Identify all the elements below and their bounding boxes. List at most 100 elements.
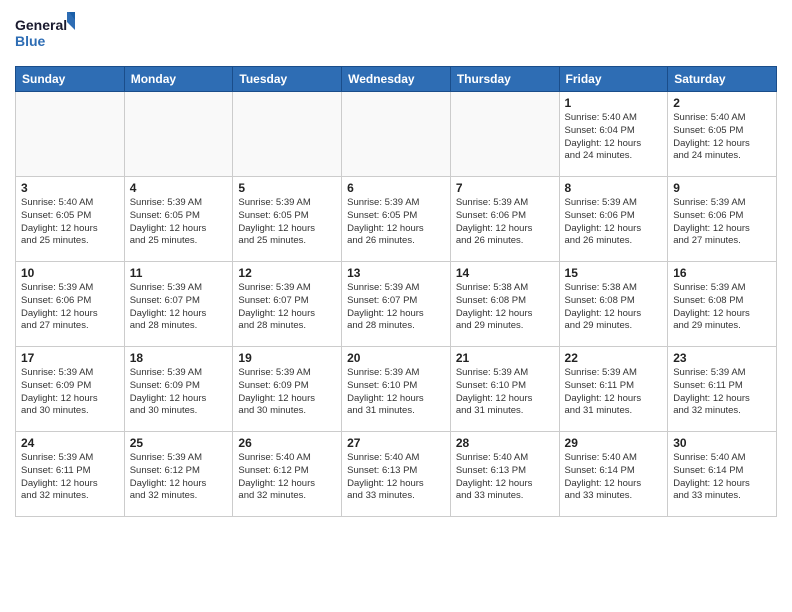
day-info: Sunrise: 5:40 AMSunset: 6:14 PMDaylight:… xyxy=(565,452,663,503)
day-number: 24 xyxy=(21,436,119,450)
calendar-cell: 7Sunrise: 5:39 AMSunset: 6:06 PMDaylight… xyxy=(450,177,559,262)
calendar-cell: 26 Sunrise: 5:40 AMSunset: 6:12 PMDayligh… xyxy=(233,432,342,517)
calendar-cell: 14 Sunrise: 5:38 AMSunset: 6:08 PMDayligh… xyxy=(450,262,559,347)
calendar-cell: 20 Sunrise: 5:39 AMSunset: 6:10 PMDayligh… xyxy=(342,347,451,432)
calendar-cell: 4 Sunrise: 5:39 AMSunset: 6:05 PMDaylight… xyxy=(124,177,233,262)
day-number: 19 xyxy=(238,351,336,365)
day-info: Sunrise: 5:39 AMSunset: 6:08 PMDaylight:… xyxy=(673,282,771,333)
calendar-table: SundayMondayTuesdayWednesdayThursdayFrid… xyxy=(15,66,777,517)
day-number: 27 xyxy=(347,436,445,450)
calendar-cell: 2 Sunrise: 5:40 AMSunset: 6:05 PMDaylight… xyxy=(668,92,777,177)
calendar-cell: 19 Sunrise: 5:39 AMSunset: 6:09 PMDayligh… xyxy=(233,347,342,432)
day-number: 20 xyxy=(347,351,445,365)
day-info: Sunrise: 5:39 AMSunset: 6:05 PMDaylight:… xyxy=(130,197,228,248)
day-number: 1 xyxy=(565,96,663,110)
calendar-cell: 24 Sunrise: 5:39 AMSunset: 6:11 PMDayligh… xyxy=(16,432,125,517)
day-info: Sunrise: 5:39 AMSunset: 6:12 PMDaylight:… xyxy=(130,452,228,503)
day-number: 28 xyxy=(456,436,554,450)
weekday-header: Friday xyxy=(559,67,668,92)
header: General Blue xyxy=(15,10,777,58)
weekday-header: Tuesday xyxy=(233,67,342,92)
calendar-cell: 17 Sunrise: 5:39 AMSunset: 6:09 PMDayligh… xyxy=(16,347,125,432)
day-number: 11 xyxy=(130,266,228,280)
day-info: Sunrise: 5:38 AMSunset: 6:08 PMDaylight:… xyxy=(565,282,663,333)
page: General Blue SundayMondayTuesdayWednesda… xyxy=(0,0,792,527)
calendar-cell xyxy=(124,92,233,177)
day-number: 30 xyxy=(673,436,771,450)
day-info: Sunrise: 5:39 AMSunset: 6:07 PMDaylight:… xyxy=(238,282,336,333)
day-number: 15 xyxy=(565,266,663,280)
calendar-cell: 22 Sunrise: 5:39 AMSunset: 6:11 PMDayligh… xyxy=(559,347,668,432)
day-info: Sunrise: 5:39 AMSunset: 6:09 PMDaylight:… xyxy=(130,367,228,418)
day-info: Sunrise: 5:39 AMSunset: 6:05 PMDaylight:… xyxy=(238,197,336,248)
day-info: Sunrise: 5:39 AMSunset: 6:07 PMDaylight:… xyxy=(347,282,445,333)
calendar-cell: 28 Sunrise: 5:40 AMSunset: 6:13 PMDayligh… xyxy=(450,432,559,517)
day-number: 14 xyxy=(456,266,554,280)
calendar-cell: 25 Sunrise: 5:39 AMSunset: 6:12 PMDayligh… xyxy=(124,432,233,517)
calendar-cell: 6Sunrise: 5:39 AMSunset: 6:05 PMDaylight… xyxy=(342,177,451,262)
calendar-week-row: 10Sunrise: 5:39 AMSunset: 6:06 PMDayligh… xyxy=(16,262,777,347)
day-number: 22 xyxy=(565,351,663,365)
calendar-cell: 15 Sunrise: 5:38 AMSunset: 6:08 PMDayligh… xyxy=(559,262,668,347)
day-info: Sunrise: 5:39 AMSunset: 6:09 PMDaylight:… xyxy=(238,367,336,418)
calendar-week-row: 17 Sunrise: 5:39 AMSunset: 6:09 PMDayligh… xyxy=(16,347,777,432)
day-info: Sunrise: 5:40 AMSunset: 6:05 PMDaylight:… xyxy=(21,197,119,248)
day-number: 9 xyxy=(673,181,771,195)
day-number: 4 xyxy=(130,181,228,195)
day-info: Sunrise: 5:39 AMSunset: 6:11 PMDaylight:… xyxy=(565,367,663,418)
day-number: 29 xyxy=(565,436,663,450)
day-info: Sunrise: 5:39 AMSunset: 6:10 PMDaylight:… xyxy=(347,367,445,418)
day-number: 3 xyxy=(21,181,119,195)
day-number: 26 xyxy=(238,436,336,450)
day-number: 6 xyxy=(347,181,445,195)
calendar-week-row: 24 Sunrise: 5:39 AMSunset: 6:11 PMDayligh… xyxy=(16,432,777,517)
calendar-cell: 21Sunrise: 5:39 AMSunset: 6:10 PMDayligh… xyxy=(450,347,559,432)
calendar-cell xyxy=(233,92,342,177)
day-number: 13 xyxy=(347,266,445,280)
calendar-cell: 3 Sunrise: 5:40 AMSunset: 6:05 PMDaylight… xyxy=(16,177,125,262)
weekday-header: Saturday xyxy=(668,67,777,92)
calendar-cell: 10Sunrise: 5:39 AMSunset: 6:06 PMDayligh… xyxy=(16,262,125,347)
calendar-cell: 27Sunrise: 5:40 AMSunset: 6:13 PMDayligh… xyxy=(342,432,451,517)
weekday-header: Monday xyxy=(124,67,233,92)
weekday-header: Thursday xyxy=(450,67,559,92)
calendar-cell: 13 Sunrise: 5:39 AMSunset: 6:07 PMDayligh… xyxy=(342,262,451,347)
day-info: Sunrise: 5:39 AMSunset: 6:10 PMDaylight:… xyxy=(456,367,554,418)
calendar-cell: 11 Sunrise: 5:39 AMSunset: 6:07 PMDayligh… xyxy=(124,262,233,347)
day-info: Sunrise: 5:40 AMSunset: 6:04 PMDaylight:… xyxy=(565,112,663,163)
calendar-cell: 9Sunrise: 5:39 AMSunset: 6:06 PMDaylight… xyxy=(668,177,777,262)
calendar-cell xyxy=(342,92,451,177)
calendar-cell: 5 Sunrise: 5:39 AMSunset: 6:05 PMDaylight… xyxy=(233,177,342,262)
calendar-cell: 12Sunrise: 5:39 AMSunset: 6:07 PMDayligh… xyxy=(233,262,342,347)
day-info: Sunrise: 5:40 AMSunset: 6:14 PMDaylight:… xyxy=(673,452,771,503)
day-number: 23 xyxy=(673,351,771,365)
day-info: Sunrise: 5:39 AMSunset: 6:06 PMDaylight:… xyxy=(456,197,554,248)
calendar-cell: 30 Sunrise: 5:40 AMSunset: 6:14 PMDayligh… xyxy=(668,432,777,517)
weekday-header: Sunday xyxy=(16,67,125,92)
day-number: 5 xyxy=(238,181,336,195)
day-number: 25 xyxy=(130,436,228,450)
svg-text:General: General xyxy=(15,17,67,33)
day-number: 17 xyxy=(21,351,119,365)
day-number: 8 xyxy=(565,181,663,195)
day-info: Sunrise: 5:40 AMSunset: 6:13 PMDaylight:… xyxy=(456,452,554,503)
day-info: Sunrise: 5:39 AMSunset: 6:11 PMDaylight:… xyxy=(21,452,119,503)
day-number: 16 xyxy=(673,266,771,280)
logo-svg: General Blue xyxy=(15,10,75,58)
svg-text:Blue: Blue xyxy=(15,33,46,49)
day-info: Sunrise: 5:39 AMSunset: 6:07 PMDaylight:… xyxy=(130,282,228,333)
logo: General Blue xyxy=(15,10,75,58)
calendar-cell: 16 Sunrise: 5:39 AMSunset: 6:08 PMDayligh… xyxy=(668,262,777,347)
day-info: Sunrise: 5:39 AMSunset: 6:06 PMDaylight:… xyxy=(565,197,663,248)
day-info: Sunrise: 5:40 AMSunset: 6:12 PMDaylight:… xyxy=(238,452,336,503)
day-number: 10 xyxy=(21,266,119,280)
calendar-cell: 18 Sunrise: 5:39 AMSunset: 6:09 PMDayligh… xyxy=(124,347,233,432)
day-info: Sunrise: 5:39 AMSunset: 6:09 PMDaylight:… xyxy=(21,367,119,418)
day-number: 18 xyxy=(130,351,228,365)
calendar-week-row: 3 Sunrise: 5:40 AMSunset: 6:05 PMDaylight… xyxy=(16,177,777,262)
day-info: Sunrise: 5:40 AMSunset: 6:05 PMDaylight:… xyxy=(673,112,771,163)
day-info: Sunrise: 5:38 AMSunset: 6:08 PMDaylight:… xyxy=(456,282,554,333)
weekday-header: Wednesday xyxy=(342,67,451,92)
calendar-cell: 29 Sunrise: 5:40 AMSunset: 6:14 PMDayligh… xyxy=(559,432,668,517)
day-number: 2 xyxy=(673,96,771,110)
